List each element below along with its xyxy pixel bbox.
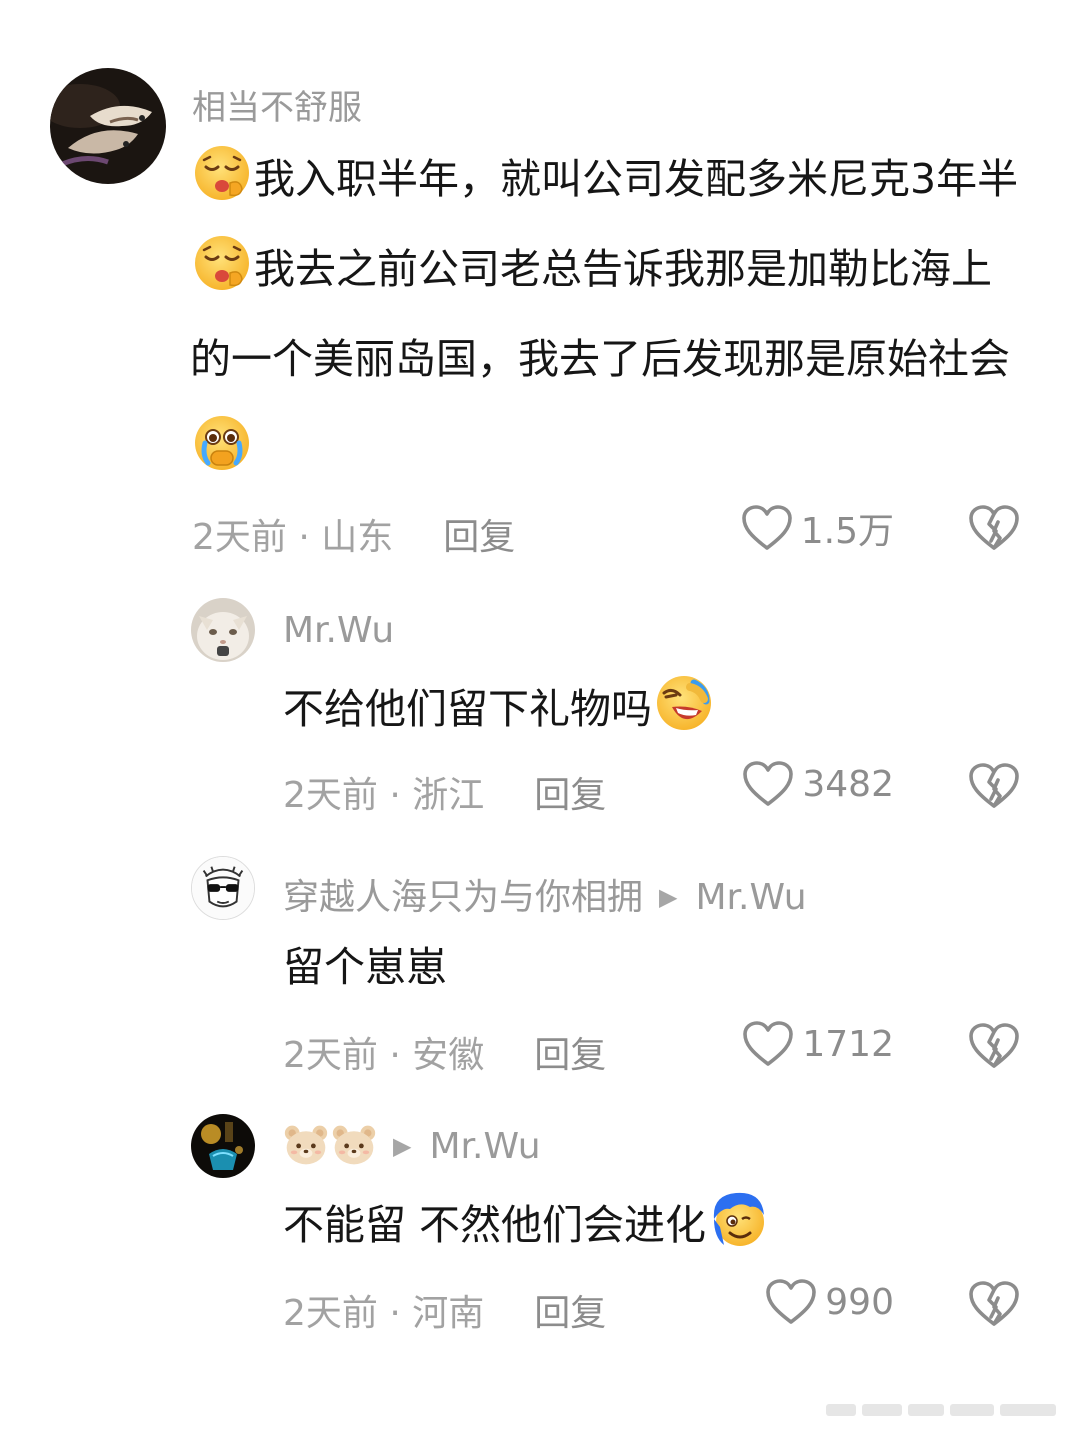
time-location: 2天前 · 河南 [283,1293,485,1334]
broken-heart-icon [968,762,1020,810]
username[interactable]: Mr.Wu [283,610,394,651]
reply-to-user[interactable]: Mr.Wu [695,877,806,918]
reply-author[interactable]: 穿越人海只为与你相拥 [283,877,643,918]
watermark [816,1401,1066,1419]
like-button[interactable]: 1712 [742,1020,894,1068]
heart-icon [742,1020,794,1068]
time-location: 2天前 · 浙江 [283,775,485,816]
time-location: 2天前 · 安徽 [283,1035,485,1076]
dislike-button[interactable] [968,762,1020,810]
comment-text-part: 我去之前公司老总告诉我那是加勒比海上的一个美丽岛国，我去了后发现那是原始社会 [190,245,1010,383]
dislike-button[interactable] [968,1022,1020,1070]
crying-pleading-emoji [192,413,252,473]
comment-text: 我入职半年，就叫公司发配多米尼克3年半我去之前公司老总告诉我那是加勒比海上的一个… [190,134,1030,494]
reply-author[interactable] [283,1124,377,1175]
reply-button[interactable]: 回复 [443,517,515,558]
sleepy-yawn-emoji [192,143,252,203]
comment-meta: 2天前 · 安徽 回复 [283,1026,606,1078]
comment-text: 不给他们留下礼物吗 [283,664,983,754]
like-button[interactable]: 3482 [742,760,894,808]
heart-icon [741,504,793,552]
heart-icon [765,1278,817,1326]
comment-text-part: 不给他们留下礼物吗 [283,685,652,733]
bear-face-icon [283,1124,329,1166]
reply-to-user[interactable]: Mr.Wu [429,1126,540,1167]
reply-button[interactable]: 回复 [534,775,606,816]
like-count: 990 [825,1281,894,1323]
avatar[interactable] [50,68,166,184]
broken-heart-icon [968,1022,1020,1070]
reply-arrow-icon: ▶ [659,883,678,911]
reply-button[interactable]: 回复 [534,1035,606,1076]
like-button[interactable]: 990 [765,1278,894,1326]
username: 穿越人海只为与你相拥 ▶ Mr.Wu [283,868,807,920]
avatar[interactable] [191,598,255,662]
comment-text: 不能留 不然他们会进化 [283,1180,983,1270]
like-count: 1.5万 [800,511,894,552]
comment-text-part: 不能留 不然他们会进化 [283,1201,707,1249]
dislike-button[interactable] [968,1280,1020,1328]
heart-icon [742,760,794,808]
comment-text: 留个崽崽 [283,943,447,991]
avatar[interactable] [191,856,255,920]
broken-heart-icon [968,504,1020,552]
blue-hair-grin-emoji [708,1189,768,1249]
comment-text-part: 我入职半年，就叫公司发配多米尼克3年半 [254,155,1019,203]
username[interactable]: 相当不舒服 [192,80,362,129]
reply-arrow-icon: ▶ [393,1132,412,1160]
time-location: 2天前 · 山东 [192,517,394,558]
reply-button[interactable]: 回复 [534,1293,606,1334]
sleepy-yawn-emoji [192,233,252,293]
laughing-crying-emoji [654,673,714,733]
dislike-button[interactable] [968,504,1020,552]
comment-meta: 2天前 · 浙江 回复 [283,766,606,818]
bear-face-icon [331,1124,377,1166]
comment-meta: 2天前 · 山东 回复 [192,508,515,560]
comment-meta: 2天前 · 河南 回复 [283,1284,606,1336]
like-count: 1712 [802,1023,894,1065]
broken-heart-icon [968,1280,1020,1328]
like-count: 3482 [802,763,894,805]
like-button[interactable]: 1.5万 [741,502,894,554]
avatar[interactable] [191,1114,255,1178]
username: ▶ Mr.Wu [283,1124,541,1175]
